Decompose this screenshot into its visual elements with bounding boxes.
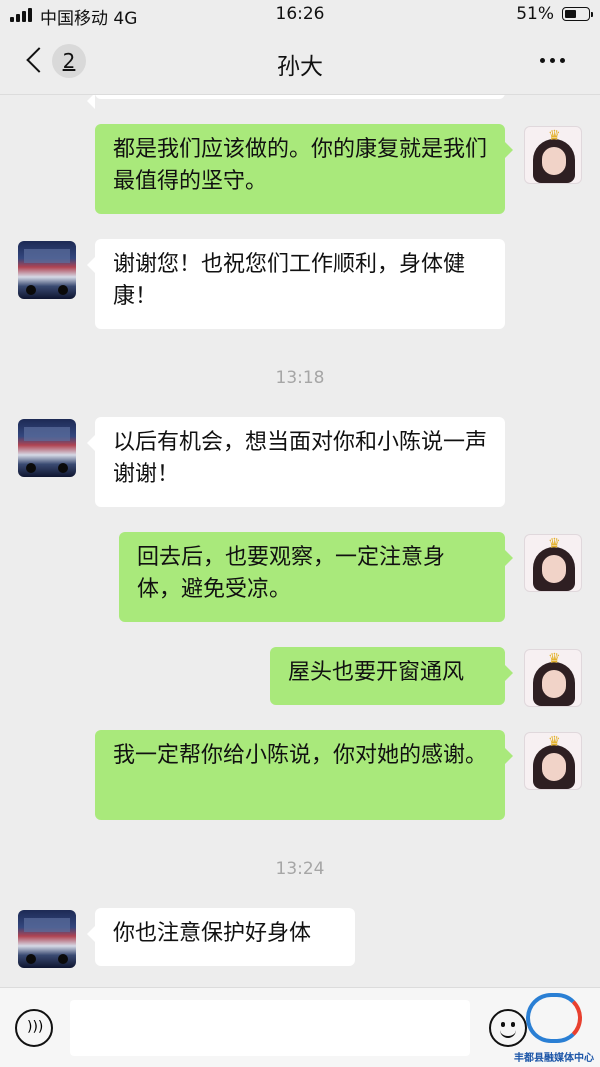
message-bubble-received[interactable]: 你也注意保护好身体 xyxy=(87,908,355,966)
message-bubble-sent[interactable]: 都是我们应该做的。你的康复就是我们最值得的坚守。 xyxy=(95,124,513,214)
voice-icon: ))) xyxy=(27,1019,44,1035)
avatar[interactable] xyxy=(18,910,76,968)
message-bubble-partial xyxy=(87,95,505,109)
input-bar: ))) 丰都县融媒体中心 xyxy=(0,987,600,1067)
more-dots-icon[interactable] xyxy=(538,50,568,70)
message-list[interactable]: ♛ 都是我们应该做的。你的康复就是我们最值得的坚守。 谢谢您！也祝您们工作顺利，… xyxy=(0,95,600,987)
watermark-text: 丰都县融媒体中心 xyxy=(514,1053,594,1064)
message-timestamp: 13:24 xyxy=(275,859,325,879)
battery-percent: 51% xyxy=(516,4,554,24)
message-timestamp: 13:18 xyxy=(275,368,325,388)
chat-screen: 中国移动 4G 16:26 51% 2 孙大 ♛ 都是我们应该做的。你的康复就是… xyxy=(0,0,600,1067)
message-bubble-sent[interactable]: 回去后，也要观察，一定注意身体，避免受凉。 xyxy=(119,532,513,622)
avatar[interactable]: ♛ xyxy=(524,649,582,707)
avatar[interactable] xyxy=(18,419,76,477)
status-bar: 中国移动 4G 16:26 51% xyxy=(0,0,600,30)
emoji-icon xyxy=(501,1022,505,1027)
status-time: 16:26 xyxy=(275,4,325,24)
message-bubble-sent[interactable]: 我一定帮你给小陈说，你对她的感谢。 xyxy=(95,730,513,820)
message-bubble-received[interactable]: 谢谢您！也祝您们工作顺利，身体健康！ xyxy=(87,239,505,329)
battery-icon xyxy=(562,7,593,21)
avatar[interactable] xyxy=(18,241,76,299)
message-bubble-sent[interactable]: 屋头也要开窗通风 xyxy=(270,647,513,705)
message-input[interactable] xyxy=(70,1000,470,1056)
avatar[interactable]: ♛ xyxy=(524,732,582,790)
avatar[interactable]: ♛ xyxy=(524,534,582,592)
watermark-logo: 丰都县融媒体中心 xyxy=(514,991,594,1065)
voice-button[interactable]: ))) xyxy=(15,1009,53,1047)
chat-title: 孙大 xyxy=(277,54,323,80)
message-bubble-received[interactable]: 以后有机会，想当面对你和小陈说一声谢谢！ xyxy=(87,417,505,507)
avatar[interactable]: ♛ xyxy=(524,126,582,184)
title-bar: 2 孙大 xyxy=(0,30,600,95)
